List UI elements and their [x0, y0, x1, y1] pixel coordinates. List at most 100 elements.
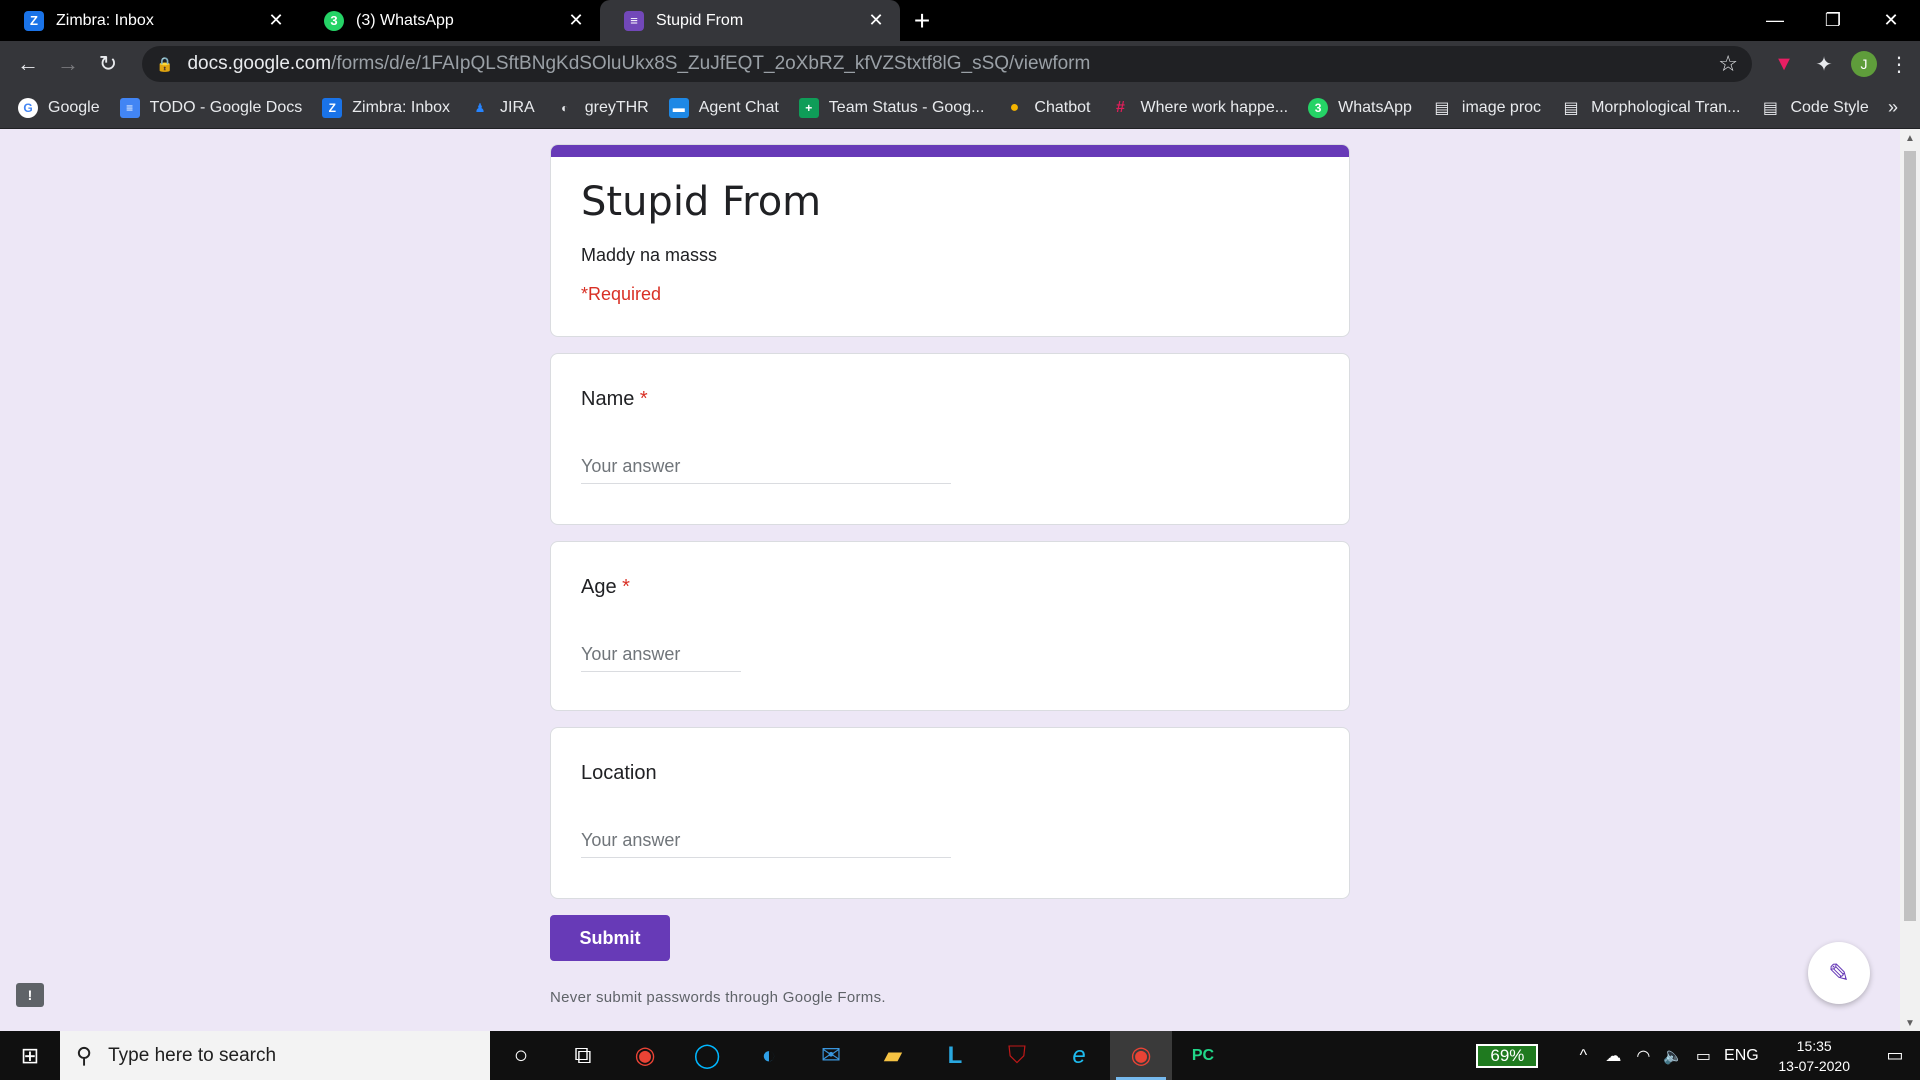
- battery-icon[interactable]: ▭: [1688, 1046, 1718, 1066]
- address-bar[interactable]: 🔒 docs.google.com/forms/d/e/1FAIpQLSftBN…: [142, 46, 1752, 82]
- bookmark-label: WhatsApp: [1338, 98, 1412, 116]
- password-disclaimer: Never submit passwords through Google Fo…: [550, 989, 886, 1006]
- scrollbar-thumb[interactable]: [1904, 151, 1916, 921]
- taskbar-search-box[interactable]: ⚲ Type here to search: [60, 1031, 490, 1080]
- tab-title: Zimbra: Inbox: [56, 11, 154, 29]
- whatsapp-icon: 3: [1308, 97, 1329, 118]
- jira-icon: ♟: [474, 100, 486, 115]
- bookmark-greythr[interactable]: ◐ greyTHR: [555, 98, 649, 118]
- close-icon[interactable]: ✕: [866, 10, 886, 31]
- age-answer-input[interactable]: Your answer: [581, 644, 741, 672]
- google-sheets-icon: +: [798, 97, 819, 118]
- question-card-age: Age * Your answer: [550, 541, 1350, 711]
- chevron-up-icon[interactable]: ^: [1568, 1047, 1598, 1065]
- accent-band: [551, 145, 1349, 157]
- notification-icon[interactable]: ▭: [1870, 1045, 1920, 1066]
- bookmark-code-style[interactable]: ▤ Code Style: [1760, 98, 1869, 118]
- bookmark-whatsapp[interactable]: 3 WhatsApp: [1308, 97, 1412, 118]
- language-indicator[interactable]: ENG: [1718, 1047, 1764, 1065]
- chrome-active-icon[interactable]: ◉: [1110, 1031, 1172, 1080]
- forward-arrow-icon[interactable]: →: [48, 44, 88, 84]
- bookmark-label: Chatbot: [1034, 98, 1091, 116]
- question-title: Age *: [581, 576, 1349, 599]
- minimize-icon[interactable]: —: [1746, 0, 1804, 41]
- zimbra-icon: Z: [322, 97, 343, 118]
- cortana-ring-icon[interactable]: ◯: [676, 1031, 738, 1080]
- onedrive-cloud-icon[interactable]: ☁: [1598, 1046, 1628, 1066]
- bookmark-google[interactable]: G Google: [18, 97, 100, 118]
- feedback-icon[interactable]: !: [16, 983, 44, 1007]
- bookmark-zimbra-inbox[interactable]: Z Zimbra: Inbox: [322, 97, 451, 118]
- bookmark-label: Where work happe...: [1140, 98, 1289, 116]
- question-label: Age: [581, 576, 617, 598]
- volume-icon[interactable]: 🔈: [1658, 1046, 1688, 1066]
- pocket-extension-icon[interactable]: ▼: [1764, 44, 1804, 84]
- tab-zimbra-inbox[interactable]: Z Zimbra: Inbox ✕: [0, 0, 300, 41]
- menu-kebab-icon[interactable]: ⋮: [1884, 44, 1914, 84]
- location-answer-input[interactable]: Your answer: [581, 830, 951, 858]
- clock-time: 15:35: [1796, 1037, 1832, 1054]
- page-scrollbar[interactable]: ▲ ▼: [1900, 129, 1920, 1031]
- windows-start-icon[interactable]: ⊞: [0, 1031, 60, 1080]
- question-title: Location: [581, 762, 1349, 785]
- bookmark-star-icon[interactable]: ☆: [1718, 51, 1738, 77]
- mail-icon[interactable]: ✉: [800, 1031, 862, 1080]
- clock[interactable]: 15:35 13-07-2020: [1778, 1036, 1850, 1076]
- bookmark-chatbot[interactable]: ● Chatbot: [1004, 98, 1091, 118]
- bookmark-jira[interactable]: ♟ JIRA: [470, 98, 535, 118]
- scroll-down-icon[interactable]: ▼: [1905, 1018, 1915, 1029]
- globe-icon: ◐: [561, 100, 569, 115]
- lock-icon[interactable]: 🔒: [156, 56, 173, 73]
- bookmark-morphological-tran[interactable]: ▤ Morphological Tran...: [1561, 98, 1741, 118]
- browser-tab-strip: Z Zimbra: Inbox ✕ 3 (3) WhatsApp ✕ ≡ Stu…: [0, 0, 1920, 41]
- search-placeholder: Type here to search: [108, 1044, 277, 1066]
- tab-whatsapp[interactable]: 3 (3) WhatsApp ✕: [300, 0, 600, 41]
- search-icon: ⚲: [76, 1042, 93, 1068]
- wifi-icon[interactable]: ◠: [1628, 1046, 1658, 1066]
- chat-icon: ▬: [668, 97, 689, 118]
- bookmark-slack[interactable]: # Where work happe...: [1110, 98, 1288, 118]
- cortana-circle-icon[interactable]: ○: [490, 1031, 552, 1080]
- close-icon[interactable]: ✕: [266, 10, 286, 31]
- required-asterisk: *: [639, 388, 648, 410]
- name-answer-input[interactable]: Your answer: [581, 456, 951, 484]
- mcafee-shield-icon[interactable]: ⛉: [986, 1031, 1048, 1080]
- page-icon: ▤: [1434, 99, 1450, 117]
- close-icon[interactable]: ✕: [566, 10, 586, 31]
- l-app-icon[interactable]: L: [924, 1031, 986, 1080]
- internet-explorer-icon[interactable]: e: [1048, 1031, 1110, 1080]
- restore-icon[interactable]: ❐: [1804, 0, 1862, 41]
- form-title: Stupid From: [581, 179, 822, 225]
- bookmark-image-proc[interactable]: ▤ image proc: [1432, 98, 1541, 118]
- slack-icon: #: [1116, 98, 1125, 116]
- zimbra-icon: Z: [24, 10, 44, 31]
- chrome-icon[interactable]: ◉: [614, 1031, 676, 1080]
- edge-icon[interactable]: ◐: [738, 1031, 800, 1080]
- chevron-double-right-icon[interactable]: »: [1888, 97, 1898, 118]
- back-arrow-icon[interactable]: ←: [8, 44, 48, 84]
- pycharm-icon[interactable]: PC: [1172, 1031, 1234, 1080]
- task-view-icon[interactable]: ⧉: [552, 1031, 614, 1080]
- file-explorer-icon[interactable]: ▰: [862, 1031, 924, 1080]
- bookmark-team-status[interactable]: + Team Status - Goog...: [798, 97, 985, 118]
- tab-stupid-from[interactable]: ≡ Stupid From ✕: [600, 0, 900, 41]
- scroll-up-icon[interactable]: ▲: [1905, 133, 1915, 144]
- profile-avatar[interactable]: J: [1844, 44, 1884, 84]
- question-label: Name: [581, 388, 635, 410]
- bookmark-label: Zimbra: Inbox: [352, 98, 451, 116]
- submit-button[interactable]: Submit: [550, 915, 670, 961]
- question-label: Location: [581, 762, 657, 784]
- url-path: /forms/d/e/1FAIpQLSftBNgKdSOluUkx8S_ZuJf…: [331, 53, 1091, 74]
- question-title: Name *: [581, 388, 1349, 411]
- bookmark-label: Team Status - Goog...: [828, 98, 985, 116]
- form-header-card: Stupid From Maddy na masss *Required: [550, 144, 1350, 337]
- extensions-puzzle-icon[interactable]: ✦: [1804, 44, 1844, 84]
- reload-icon[interactable]: ↻: [88, 44, 128, 84]
- window-close-icon[interactable]: ✕: [1862, 0, 1920, 41]
- tab-title: Stupid From: [656, 11, 744, 29]
- bookmark-todo-google-docs[interactable]: ≡ TODO - Google Docs: [119, 97, 302, 118]
- new-tab-plus-icon[interactable]: +: [900, 0, 944, 41]
- battery-percentage[interactable]: 69%: [1476, 1043, 1539, 1068]
- edit-pencil-icon[interactable]: ✎: [1808, 942, 1870, 1004]
- bookmark-agent-chat[interactable]: ▬ Agent Chat: [668, 97, 779, 118]
